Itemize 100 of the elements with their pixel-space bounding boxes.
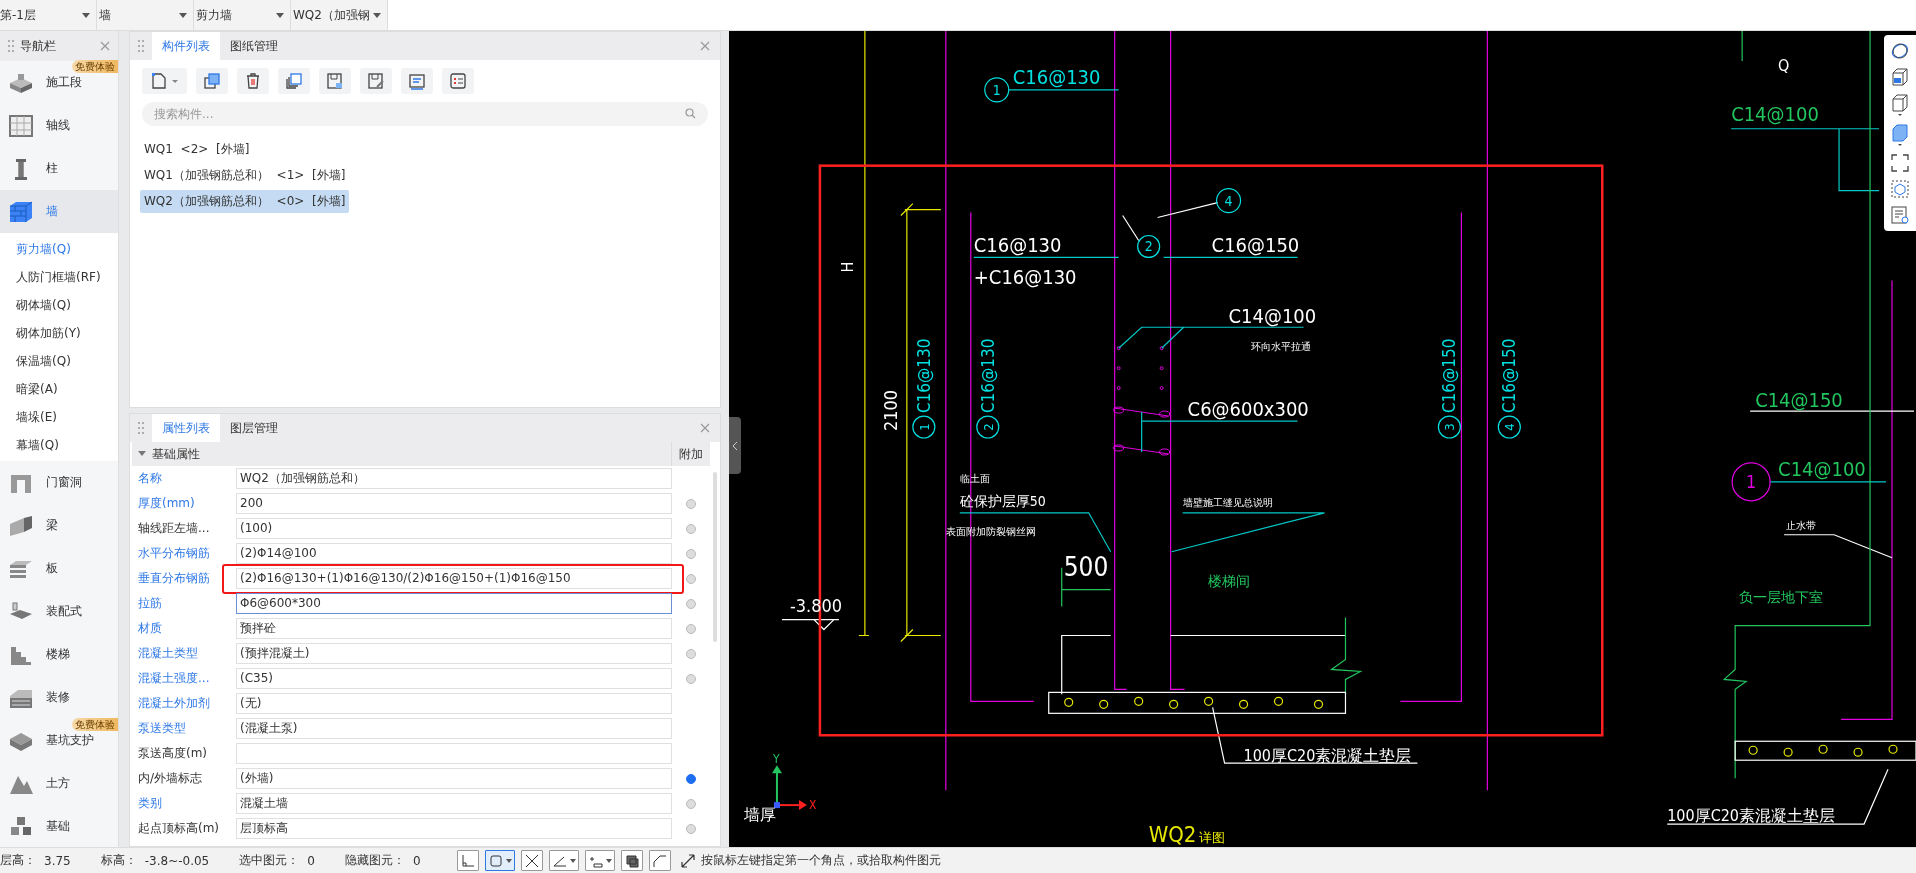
radio-dot[interactable] — [686, 498, 696, 509]
property-value[interactable]: 预拌砼 — [236, 618, 672, 639]
radio-dot[interactable] — [686, 648, 696, 659]
nav-item[interactable]: 装修 — [0, 676, 118, 719]
property-value[interactable]: 层顶标高 — [236, 818, 672, 839]
nav-item[interactable]: 楼梯 — [0, 633, 118, 676]
nav-item[interactable]: 板 — [0, 547, 118, 590]
nav-item[interactable]: 装配式 — [0, 590, 118, 633]
dropdown[interactable]: WQ2（加强钢 — [291, 0, 388, 30]
search-field[interactable]: 搜索构件... — [142, 102, 708, 126]
nav-subitem[interactable]: 剪力墙(Q) — [0, 235, 118, 263]
nav-label: 轴线 — [46, 117, 70, 134]
nav-item[interactable]: 土方 — [0, 762, 118, 805]
close-icon[interactable] — [700, 41, 710, 51]
nav-item[interactable]: 墙 — [0, 190, 118, 233]
radio-dot[interactable] — [686, 548, 696, 559]
component-item[interactable]: WQ2（加强钢筋总和） <0> [外墙] — [140, 190, 350, 213]
property-name: 垂直分布钢筋 — [137, 570, 211, 587]
nav-item[interactable]: 梁 — [0, 504, 118, 547]
nav-subitem[interactable]: 砌体墙(Q) — [0, 291, 118, 319]
property-value[interactable]: (混凝土泵) — [236, 718, 672, 739]
property-value[interactable]: (无) — [236, 693, 672, 714]
drawing-label: C14@100 — [1778, 456, 1866, 481]
nav-item[interactable]: 基础 — [0, 805, 118, 847]
panel-tab[interactable]: 图层管理 — [220, 414, 288, 442]
new-component-button[interactable] — [142, 68, 187, 94]
nav-item[interactable]: 免费体验 基坑支护 — [0, 719, 118, 762]
property-name: 混凝土强度... — [137, 670, 211, 687]
checklist-button[interactable] — [442, 68, 474, 94]
property-value[interactable]: (外墙) — [236, 768, 672, 789]
box-select-icon[interactable] — [1890, 179, 1910, 199]
dropdown[interactable]: 第-1层 — [0, 0, 97, 30]
nav-subitem[interactable]: 幕墙(Q) — [0, 431, 118, 459]
radio-dot[interactable] — [686, 823, 696, 834]
chevron-left-icon — [732, 441, 738, 450]
panel-title: 导航栏 — [20, 37, 57, 55]
list-view-icon[interactable] — [1890, 205, 1910, 225]
property-name: 水平分布钢筋 — [137, 545, 211, 562]
radio-dot[interactable] — [686, 798, 696, 809]
nav-subitem[interactable]: 保温墙(Q) — [0, 347, 118, 375]
property-value[interactable]: (2)Φ14@100 — [236, 543, 672, 564]
layer-copy-button[interactable] — [278, 68, 310, 94]
property-value[interactable]: (预拌混凝土) — [236, 643, 672, 664]
nav-subitem[interactable]: 砌体加筋(Y) — [0, 319, 118, 347]
snap-tool-button[interactable] — [520, 850, 543, 871]
panel-tab[interactable]: 属性列表 — [152, 414, 220, 442]
component-item[interactable]: WQ1 <2> [外墙] — [140, 138, 254, 161]
drawing-label: 2100 — [879, 389, 901, 431]
nav-subitem[interactable]: 墙垛(E) — [0, 403, 118, 431]
property-value[interactable]: (C35) — [236, 668, 672, 689]
radio-dot[interactable] — [686, 573, 696, 584]
polyline-icon — [651, 852, 668, 869]
nav-subitem[interactable]: 暗梁(A) — [0, 375, 118, 403]
drawing-label: C14@100 — [1228, 304, 1317, 329]
nav-item[interactable]: 柱 — [0, 147, 118, 190]
close-icon[interactable] — [100, 41, 110, 51]
radio-dot[interactable] — [686, 673, 696, 684]
text-lines-icon — [408, 72, 426, 90]
nav-item[interactable]: 免费体验 施工段 — [0, 61, 118, 104]
property-value[interactable]: (100) — [236, 518, 672, 539]
nav-label: 柱 — [46, 160, 58, 177]
trial-badge: 免费体验 — [72, 60, 118, 73]
cube-icon[interactable] — [1890, 93, 1910, 117]
scrollbar-thumb[interactable] — [713, 472, 717, 642]
nav-subitem[interactable]: 人防门框墙(RF) — [0, 263, 118, 291]
close-icon[interactable] — [700, 423, 710, 433]
snap-tool-button[interactable] — [620, 850, 643, 871]
radio-dot[interactable] — [686, 523, 696, 534]
property-value[interactable]: 200 — [236, 493, 672, 514]
stacked-squares-icon — [285, 72, 303, 90]
drawing-label: C16@150 — [1211, 233, 1300, 258]
radio-dot[interactable] — [686, 773, 696, 784]
fullscreen-icon[interactable] — [1890, 153, 1910, 173]
floor-edit-button[interactable] — [360, 68, 392, 94]
dropdown[interactable]: 剪力墙 — [194, 0, 291, 30]
property-value[interactable]: Φ6@600*300 — [236, 593, 672, 614]
nav-item[interactable]: 轴线 — [0, 104, 118, 147]
delete-button[interactable] — [237, 68, 269, 94]
property-value[interactable]: 混凝土墙 — [236, 793, 672, 814]
drawing-label: 墙壁施工缝见总说明 — [1182, 496, 1273, 508]
property-value[interactable]: (2)Φ16@130+(1)Φ16@130/(2)Φ16@150+(1)Φ16@150 — [236, 568, 672, 589]
dropdown[interactable]: 墙 — [97, 0, 194, 30]
property-name: 混凝土类型 — [137, 645, 199, 662]
trash-icon — [244, 72, 262, 90]
text-list-button[interactable] — [401, 68, 433, 94]
component-item[interactable]: WQ1（加强钢筋总和） <1> [外墙] — [140, 164, 350, 187]
cube-icon[interactable] — [1890, 67, 1910, 87]
nav-item[interactable]: 门窗洞 — [0, 461, 118, 504]
orbit-icon[interactable] — [1890, 41, 1910, 61]
group-header[interactable]: 基础属性 — [132, 442, 671, 466]
radio-dot[interactable] — [686, 598, 696, 609]
snap-tool-button[interactable] — [548, 850, 579, 871]
copy-button[interactable] — [196, 68, 228, 94]
property-value[interactable]: WQ2（加强钢筋总和） — [236, 468, 672, 489]
snap-tool-button[interactable] — [584, 850, 615, 871]
floor-copy-button[interactable] — [319, 68, 351, 94]
radio-dot[interactable] — [686, 623, 696, 634]
panel-tab[interactable]: 图纸管理 — [220, 32, 288, 60]
property-name: 类别 — [137, 795, 163, 812]
panel-tab[interactable]: 构件列表 — [152, 32, 220, 60]
